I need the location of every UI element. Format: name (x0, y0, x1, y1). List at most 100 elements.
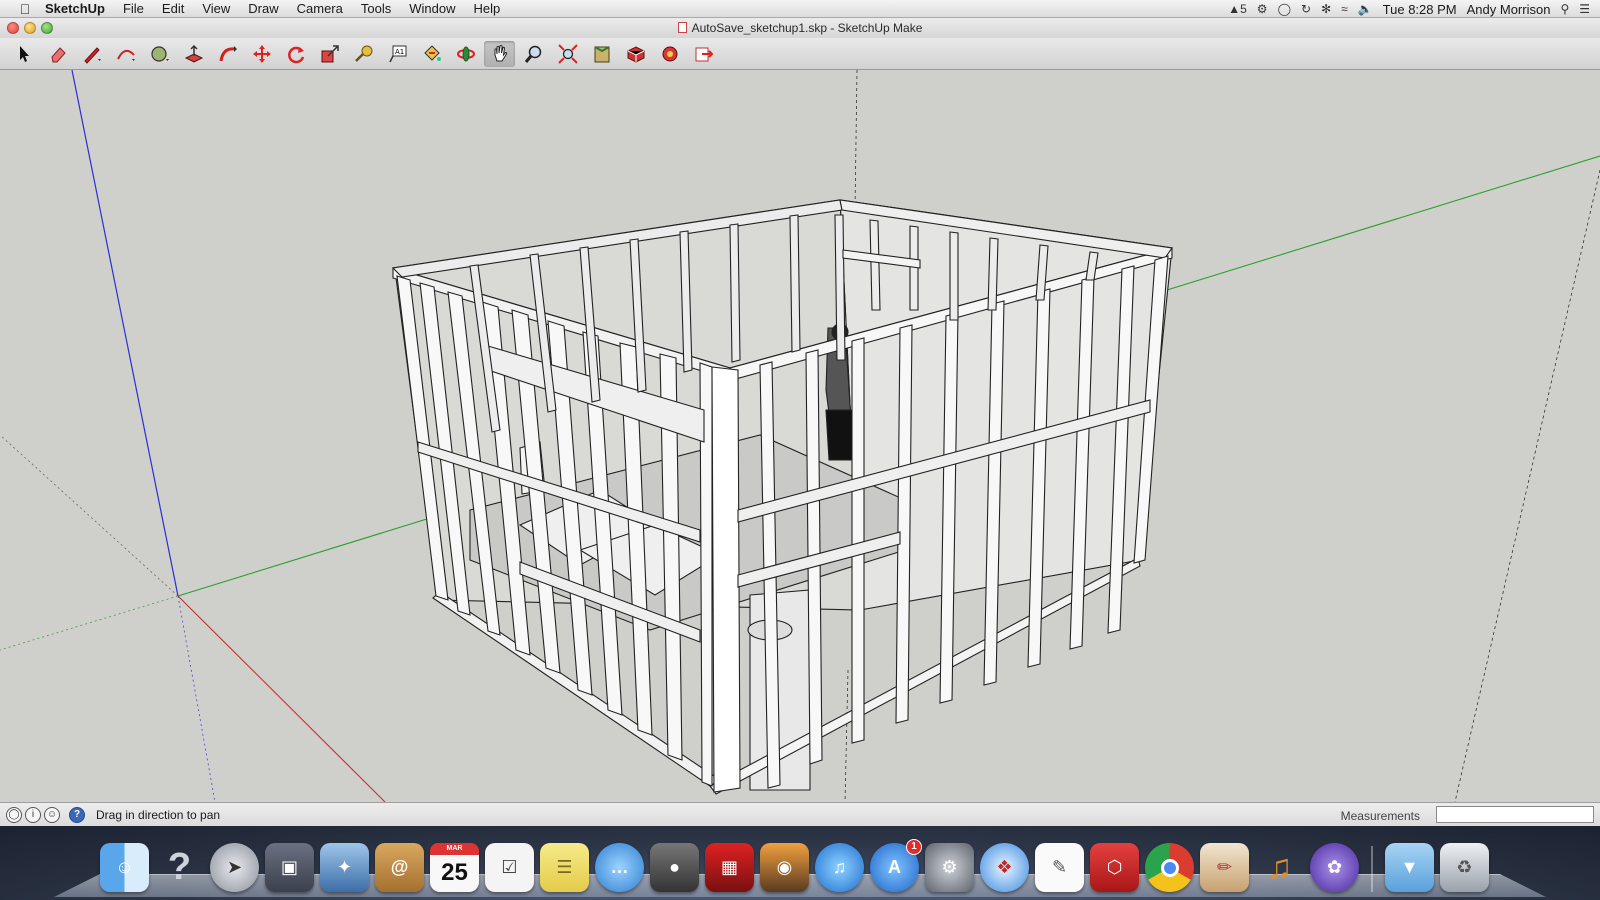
itunes-note-icon[interactable]: ♫ (815, 843, 864, 892)
adobe-count: 5 (1240, 2, 1247, 16)
push-pull-icon (184, 44, 203, 63)
reminders-checklist-icon[interactable]: ☑ (485, 843, 534, 892)
circle-icon (150, 45, 169, 62)
select-tool-button[interactable] (8, 41, 39, 67)
wifi-icon[interactable]: ≈ (1341, 2, 1348, 16)
sketchup-icon[interactable]: ⬡ (1090, 843, 1139, 892)
facetime-camera-icon[interactable]: ● (650, 843, 699, 892)
document-icon (677, 22, 687, 33)
apple-menu-icon[interactable]:  (14, 1, 36, 17)
photo-booth-icon[interactable]: ▣ (265, 843, 314, 892)
menu-tools[interactable]: Tools (352, 0, 400, 18)
app-store-icon[interactable]: A1 (870, 839, 922, 892)
volume-icon[interactable]: 🔈 (1358, 2, 1373, 16)
framed-room-model[interactable] (391, 199, 1173, 795)
follow-me-icon (219, 45, 237, 61)
finder-icon[interactable]: ☺ (100, 843, 149, 892)
menu-draw[interactable]: Draw (239, 0, 287, 18)
tape-measure-tool-button[interactable] (348, 41, 379, 67)
text-tool-button[interactable]: A1 (382, 41, 413, 67)
notification-center-icon[interactable]: ☰ (1579, 2, 1590, 16)
warehouse-tool-button[interactable] (586, 41, 617, 67)
menu-help[interactable]: Help (464, 0, 509, 18)
status-hint: Drag in direction to pan (96, 807, 221, 822)
help-icon[interactable]: ? (155, 843, 204, 892)
launchpad-rocket-icon[interactable]: ➤ (210, 843, 259, 892)
corner-post (711, 366, 741, 793)
eraser-tool-button[interactable] (42, 41, 73, 67)
spotlight-search-icon[interactable]: ⚲ (1560, 2, 1569, 16)
sync-icon[interactable]: ◯ (1278, 2, 1291, 16)
calendar-icon[interactable]: MAR 25 (430, 843, 479, 892)
downloads-folder-icon[interactable]: ▼ (1385, 843, 1434, 892)
line-tool-button[interactable] (76, 41, 107, 67)
contacts-icon[interactable]: @ (375, 843, 424, 892)
mail-stamp-icon[interactable]: ✦ (320, 843, 369, 892)
components-tool-button[interactable] (620, 41, 651, 67)
messages-bubble-icon[interactable]: … (595, 843, 644, 892)
export-tool-button[interactable] (688, 41, 719, 67)
pencil-app-icon[interactable]: ✏ (1200, 843, 1249, 892)
push-pull-tool-button[interactable] (178, 41, 209, 67)
adobe-icon[interactable]: ▲5 (1228, 2, 1247, 16)
menu-edit[interactable]: Edit (153, 0, 193, 18)
svg-text:A1: A1 (395, 48, 404, 56)
bluetooth-icon[interactable]: ✻ (1321, 2, 1331, 16)
window-title-text: AutoSave_sketchup1.skp - SketchUp Make (691, 21, 923, 35)
user-account-icon[interactable]: ☺ (44, 806, 60, 823)
garageband-guitar-icon[interactable]: ♫ (1255, 843, 1304, 892)
paint-bucket-tool-button[interactable] (416, 41, 447, 67)
photo-booth-curtain-icon[interactable]: ▦ (705, 843, 754, 892)
scale-tool-button[interactable] (314, 41, 345, 67)
orbit-tool-button[interactable] (450, 41, 481, 67)
rotate-tool-button[interactable] (280, 41, 311, 67)
measurements-input[interactable] (1436, 806, 1594, 823)
scene-canvas (0, 70, 1600, 802)
calendar-day: 25 (441, 858, 468, 886)
menu-app-name[interactable]: SketchUp (36, 0, 114, 18)
bittorrent-icon[interactable]: ✿ (1310, 843, 1359, 892)
menubar-user[interactable]: Andy Morrison (1467, 2, 1551, 17)
textedit-page-icon[interactable]: ✎ (1035, 843, 1084, 892)
safari-compass-icon[interactable]: ❖ (980, 843, 1029, 892)
menu-bar:  SketchUp File Edit View Draw Camera To… (0, 0, 1600, 18)
zoom-extents-tool-button[interactable] (552, 41, 583, 67)
rotate-icon (287, 46, 304, 63)
menu-view[interactable]: View (193, 0, 239, 18)
notes-icon[interactable]: ☰ (540, 843, 589, 892)
magnifier-icon (524, 45, 541, 63)
app-store-badge: 1 (906, 839, 922, 855)
window-title: AutoSave_sketchup1.skp - SketchUp Make (677, 21, 923, 35)
iphoto-camera-icon[interactable]: ◉ (760, 843, 809, 892)
modeling-viewport[interactable] (0, 70, 1600, 802)
instructor-help-icon[interactable]: ? (69, 806, 85, 823)
menu-window[interactable]: Window (400, 0, 464, 18)
extension-warehouse-icon (662, 46, 677, 61)
chrome-icon[interactable] (1145, 843, 1194, 892)
move-tool-button[interactable] (246, 41, 277, 67)
pan-tool-button[interactable] (484, 40, 515, 67)
dock-separator (1371, 846, 1373, 892)
pan-hand-icon (494, 44, 507, 61)
credits-icon[interactable]: i (25, 806, 41, 823)
menu-file[interactable]: File (114, 0, 153, 18)
zoom-extents-icon (557, 43, 578, 64)
zoom-tool-button[interactable] (518, 41, 549, 67)
zoom-window-button[interactable] (41, 22, 53, 34)
window-controls (7, 22, 53, 34)
geo-location-icon[interactable]: ◯ (6, 806, 22, 823)
arc-tool-button[interactable] (110, 41, 141, 67)
follow-me-tool-button[interactable] (212, 41, 243, 67)
close-window-button[interactable] (7, 22, 19, 34)
dock-area: ☺ ? ➤ ▣ ✦ @ MAR 25 ☑ ☰ … ● ▦ ◉ ♫ A1 ⚙ ❖ … (0, 826, 1600, 900)
gear-icon[interactable]: ⚙ (1257, 2, 1268, 16)
orbit-icon (456, 46, 475, 61)
menubar-clock[interactable]: Tue 8:28 PM (1383, 2, 1457, 17)
menu-camera[interactable]: Camera (288, 0, 352, 18)
trash-icon[interactable]: ♻ (1440, 843, 1489, 892)
minimize-window-button[interactable] (24, 22, 36, 34)
extension-tool-button[interactable] (654, 41, 685, 67)
circle-tool-button[interactable] (144, 41, 175, 67)
system-preferences-gear-icon[interactable]: ⚙ (925, 843, 974, 892)
time-machine-icon[interactable]: ↻ (1301, 2, 1311, 16)
